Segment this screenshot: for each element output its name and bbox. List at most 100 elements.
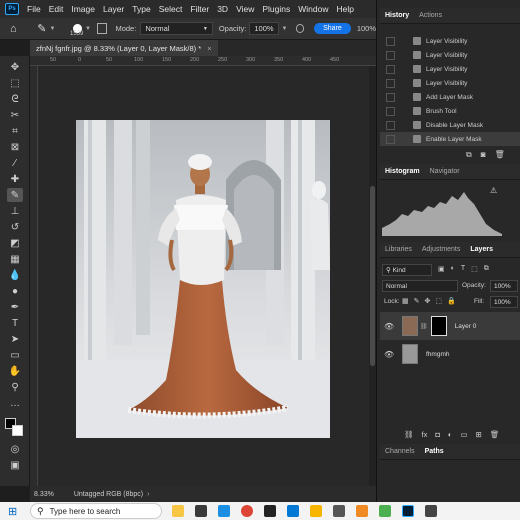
- menu-window[interactable]: Window: [294, 4, 332, 14]
- camera-icon[interactable]: ◙: [481, 150, 486, 160]
- tab-histogram[interactable]: Histogram: [380, 168, 425, 175]
- warning-icon[interactable]: ⚠: [490, 186, 497, 195]
- history-item[interactable]: Layer Visibility: [380, 48, 520, 62]
- zoom-level[interactable]: 8.33%: [34, 491, 54, 498]
- history-source-checkbox[interactable]: [386, 78, 395, 88]
- adjustment-filter-icon[interactable]: ◐: [451, 265, 455, 273]
- history-item[interactable]: Layer Visibility: [380, 34, 520, 48]
- history-source-checkbox[interactable]: [386, 64, 395, 74]
- layer-row-layer-0[interactable]: 👁 ⛓ Layer 0: [380, 312, 520, 340]
- tab-history[interactable]: History: [380, 12, 414, 19]
- adjustment-layer-icon[interactable]: ◐: [448, 430, 453, 439]
- file-explorer-icon[interactable]: [310, 505, 322, 517]
- pen-tool-icon[interactable]: ✒: [7, 300, 23, 314]
- history-source-checkbox[interactable]: [386, 106, 395, 116]
- store-icon[interactable]: [287, 505, 299, 517]
- lasso-tool-icon[interactable]: ᘓ: [7, 92, 23, 106]
- vertical-scrollbar[interactable]: [369, 66, 376, 486]
- pixel-filter-icon[interactable]: ▣: [438, 265, 445, 273]
- app-icon[interactable]: [333, 505, 345, 517]
- history-item[interactable]: Brush Tool: [380, 104, 520, 118]
- history-item[interactable]: Add Layer Mask: [380, 90, 520, 104]
- gradient-tool-icon[interactable]: ▦: [7, 252, 23, 266]
- layer-opacity-field[interactable]: 100%: [490, 280, 518, 292]
- new-document-from-state-icon[interactable]: ⧉: [466, 150, 472, 160]
- healing-brush-tool-icon[interactable]: ✚: [7, 172, 23, 186]
- smart-object-filter-icon[interactable]: ⧉: [484, 265, 489, 273]
- more-tools-icon[interactable]: …: [7, 396, 23, 410]
- share-button[interactable]: Share: [314, 23, 351, 34]
- lock-position-icon[interactable]: ✥: [425, 297, 431, 305]
- menu-select[interactable]: Select: [155, 4, 187, 14]
- layer-name[interactable]: fhmgmh: [426, 351, 449, 358]
- menu-edit[interactable]: Edit: [45, 4, 68, 14]
- history-brush-tool-icon[interactable]: ↺: [7, 220, 23, 234]
- shape-filter-icon[interactable]: ⬚: [471, 265, 478, 273]
- history-source-checkbox[interactable]: [386, 92, 395, 102]
- tab-adjustments[interactable]: Adjustments: [417, 246, 466, 253]
- chevron-down-icon[interactable]: ▼: [282, 26, 288, 32]
- opacity-field[interactable]: 100%: [249, 22, 279, 35]
- mode-select[interactable]: Normal ▼: [140, 22, 213, 35]
- tab-channels[interactable]: Channels: [380, 448, 420, 455]
- quick-select-tool-icon[interactable]: ✂: [7, 108, 23, 122]
- blur-tool-icon[interactable]: 💧: [7, 268, 23, 282]
- hand-tool-icon[interactable]: ✋: [7, 364, 23, 378]
- tab-paths[interactable]: Paths: [420, 448, 449, 455]
- capcut-icon[interactable]: [264, 505, 276, 517]
- pressure-opacity-icon[interactable]: [295, 24, 305, 33]
- brush-settings-icon[interactable]: [96, 23, 108, 34]
- link-layers-icon[interactable]: ⛓: [404, 430, 414, 439]
- history-item[interactable]: Layer Visibility: [380, 62, 520, 76]
- vlc-icon[interactable]: [356, 505, 368, 517]
- app-icon[interactable]: [425, 505, 437, 517]
- document-tab[interactable]: zfnNj fgnfr.jpg @ 8.33% (Layer 0, Layer …: [30, 40, 218, 56]
- menu-help[interactable]: Help: [332, 4, 357, 14]
- flow-value[interactable]: 100%: [357, 24, 376, 33]
- lock-artboard-icon[interactable]: ⬚: [435, 297, 442, 305]
- menu-layer[interactable]: Layer: [99, 4, 128, 14]
- rectangle-tool-icon[interactable]: ▭: [7, 348, 23, 362]
- screen-mode-icon[interactable]: ▣: [7, 458, 23, 472]
- eye-icon[interactable]: 👁: [384, 322, 394, 331]
- tab-actions[interactable]: Actions: [414, 12, 447, 19]
- menu-view[interactable]: View: [232, 4, 258, 14]
- background-color-swatch[interactable]: [12, 425, 23, 436]
- trash-icon[interactable]: 🗑: [495, 150, 505, 160]
- app-icon[interactable]: [379, 505, 391, 517]
- brush-preset-icon[interactable]: ✎: [37, 22, 46, 35]
- quick-mask-icon[interactable]: ◎: [7, 442, 23, 456]
- taskbar-search[interactable]: ⚲ Type here to search: [30, 503, 162, 519]
- layer-mask-thumbnail[interactable]: [430, 316, 447, 336]
- type-tool-icon[interactable]: T: [7, 316, 23, 330]
- new-layer-icon[interactable]: ⊞: [476, 430, 482, 439]
- layer-thumbnail[interactable]: [402, 344, 418, 364]
- group-icon[interactable]: ▭: [460, 430, 467, 439]
- zoom-tool-icon[interactable]: ⚲: [7, 380, 23, 394]
- layer-name[interactable]: Layer 0: [455, 323, 477, 330]
- lock-transparency-icon[interactable]: ▦: [402, 297, 409, 305]
- history-source-checkbox[interactable]: [386, 50, 395, 60]
- close-icon[interactable]: ×: [207, 44, 211, 53]
- scrollbar-thumb[interactable]: [370, 186, 375, 366]
- menu-filter[interactable]: Filter: [186, 4, 213, 14]
- blend-mode-select[interactable]: Normal: [382, 280, 458, 292]
- chevron-down-icon[interactable]: ▼: [49, 26, 55, 32]
- tab-libraries[interactable]: Libraries: [380, 246, 417, 253]
- search-highlight-icon[interactable]: [172, 505, 184, 517]
- lock-pixels-icon[interactable]: ✎: [414, 297, 420, 305]
- crop-tool-icon[interactable]: ⌗: [7, 124, 23, 138]
- chevron-right-icon[interactable]: ›: [147, 491, 149, 498]
- layer-style-icon[interactable]: fx: [422, 430, 428, 439]
- windows-start-icon[interactable]: ⊞: [8, 505, 17, 518]
- trash-icon[interactable]: 🗑: [490, 430, 500, 439]
- type-filter-icon[interactable]: T: [461, 265, 465, 273]
- move-tool-icon[interactable]: ✥: [7, 60, 23, 74]
- add-mask-icon[interactable]: ◘: [435, 430, 440, 439]
- history-source-checkbox[interactable]: [386, 120, 395, 130]
- marquee-tool-icon[interactable]: ⬚: [7, 76, 23, 90]
- layer-filter-kind[interactable]: ⚲ Kind: [382, 264, 432, 276]
- dodge-tool-icon[interactable]: ●: [7, 284, 23, 298]
- menu-image[interactable]: Image: [67, 4, 99, 14]
- tab-layers[interactable]: Layers: [465, 246, 498, 253]
